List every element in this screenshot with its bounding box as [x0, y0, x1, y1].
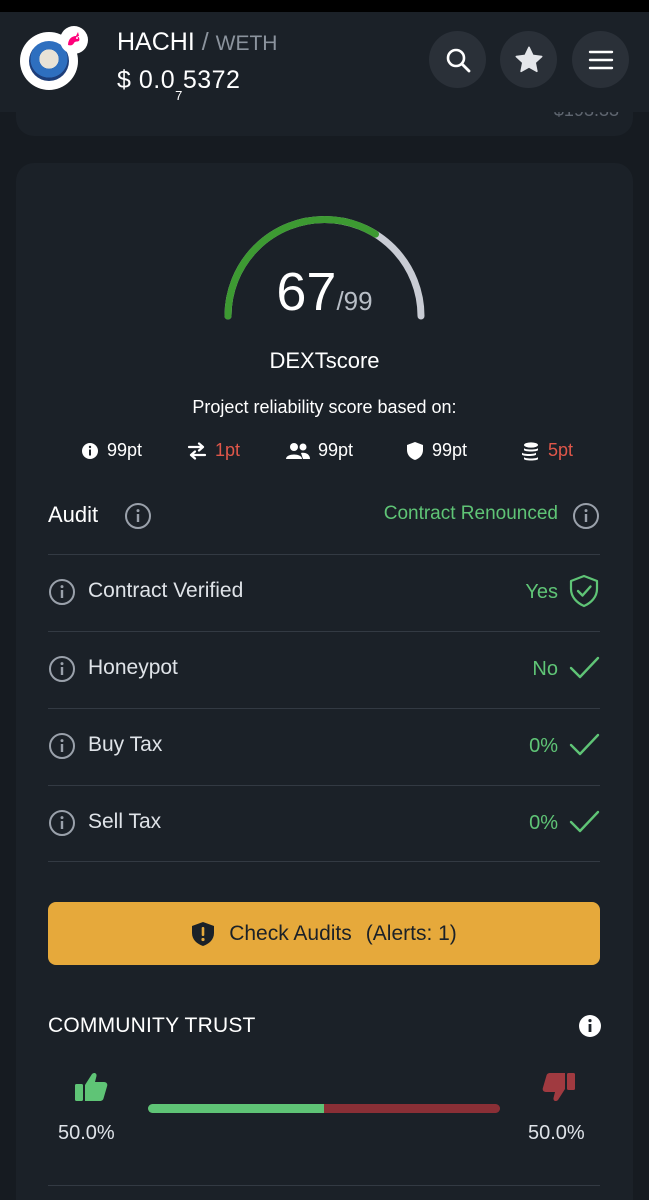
coins-icon: [522, 441, 538, 460]
previous-card: $193.33: [16, 112, 633, 136]
contract-verified-value: Yes: [525, 581, 558, 603]
token-symbol: HACHI: [117, 28, 195, 56]
uniswap-icon: [60, 26, 88, 54]
token-price: $ 0.075372: [117, 66, 241, 103]
check-audits-label: Check Audits: [229, 921, 352, 945]
trust-up-percent: 50.0%: [58, 1122, 115, 1144]
vote-bar-down: [324, 1104, 500, 1113]
sell-tax-label: Sell Tax: [88, 810, 162, 833]
score-description: Project reliability score based on:: [192, 397, 457, 417]
score-label: DEXTscore: [269, 348, 380, 373]
token-logo[interactable]: [20, 26, 88, 90]
metric-pool-value: 5pt: [548, 440, 574, 460]
sell-tax-value: 0%: [529, 812, 558, 834]
divider: [48, 861, 600, 862]
star-icon: [515, 46, 542, 72]
check-icon: [569, 733, 600, 756]
audit-row-contract-verified: Contract Verified Yes: [48, 555, 600, 631]
dextscore-card: 67/99 DEXTscore Project reliability scor…: [16, 163, 633, 1200]
divider: [48, 1185, 600, 1186]
metric-audit[interactable]: 99pt: [406, 440, 467, 461]
buy-tax-label: Buy Tax: [88, 733, 163, 756]
check-audits-alerts: (Alerts: 1): [365, 921, 457, 945]
score-max: /99: [336, 286, 373, 316]
quote-symbol: WETH: [215, 32, 278, 55]
transactions-icon: [187, 441, 207, 460]
sell-tax-info-icon[interactable]: [48, 809, 76, 837]
favorite-button[interactable]: [500, 31, 557, 88]
community-trust-title: COMMUNITY TRUST: [48, 1014, 256, 1037]
metric-transactions[interactable]: 1pt: [187, 440, 240, 461]
price-prefix: $ 0.0: [117, 66, 176, 94]
contract-verified-label: Contract Verified: [88, 579, 244, 602]
audit-row-honeypot: Honeypot No: [48, 632, 600, 708]
metric-info-value: 99pt: [107, 440, 143, 460]
contract-verified-info-icon[interactable]: [48, 578, 76, 606]
honeypot-value: No: [532, 658, 558, 680]
audit-row-sell-tax: Sell Tax 0%: [48, 786, 600, 862]
token-pair-title: HACHI / WETH: [117, 28, 277, 57]
vote-bar-up: [148, 1104, 324, 1113]
check-icon: [569, 656, 600, 679]
score-metrics: 99pt 1pt 99pt 99pt 5pt: [71, 440, 591, 468]
trust-down-percent: 50.0%: [528, 1122, 585, 1144]
search-button[interactable]: [429, 31, 486, 88]
shield-icon: [407, 441, 423, 460]
score-number: 67: [276, 262, 337, 322]
metric-holders[interactable]: 99pt: [286, 440, 353, 461]
audit-info-icon[interactable]: [124, 502, 152, 530]
renounced-info-icon[interactable]: [572, 502, 600, 530]
menu-icon: [588, 50, 613, 69]
status-bar: [0, 0, 649, 12]
previous-card-value: $193.33: [554, 112, 619, 121]
check-icon: [569, 810, 600, 833]
metric-holders-value: 99pt: [318, 440, 354, 460]
thumbs-down-icon[interactable]: [541, 1071, 577, 1103]
shield-check-icon: [569, 574, 599, 608]
buy-tax-info-icon[interactable]: [48, 732, 76, 760]
check-audits-button[interactable]: Check Audits (Alerts: 1): [48, 902, 600, 965]
users-icon: [286, 442, 310, 459]
shield-alert-icon: [192, 921, 215, 946]
price-digits: 5372: [182, 66, 241, 94]
pair-separator: /: [201, 28, 209, 56]
info-icon: [82, 442, 98, 459]
score-value: 67/99: [16, 261, 633, 323]
honeypot-label: Honeypot: [88, 656, 178, 679]
thumbs-up-icon[interactable]: [73, 1071, 109, 1103]
honeypot-info-icon[interactable]: [48, 655, 76, 683]
buy-tax-value: 0%: [529, 735, 558, 757]
metric-audit-value: 99pt: [432, 440, 468, 460]
menu-button[interactable]: [572, 31, 629, 88]
price-zero-count: 7: [175, 88, 183, 103]
community-info-icon[interactable]: [578, 1014, 602, 1038]
audit-title: Audit: [48, 502, 99, 527]
metric-info[interactable]: 99pt: [81, 440, 142, 461]
token-header: HACHI / WETH $ 0.075372: [0, 12, 649, 112]
community-vote-bar: [148, 1104, 500, 1113]
contract-renounced-status: Contract Renounced: [383, 503, 558, 524]
audit-row-buy-tax: Buy Tax 0%: [48, 709, 600, 785]
audit-header: Audit Contract Renounced: [48, 500, 600, 532]
search-icon: [446, 48, 470, 72]
metric-transactions-value: 1pt: [215, 440, 241, 460]
metric-pool[interactable]: 5pt: [520, 440, 573, 461]
